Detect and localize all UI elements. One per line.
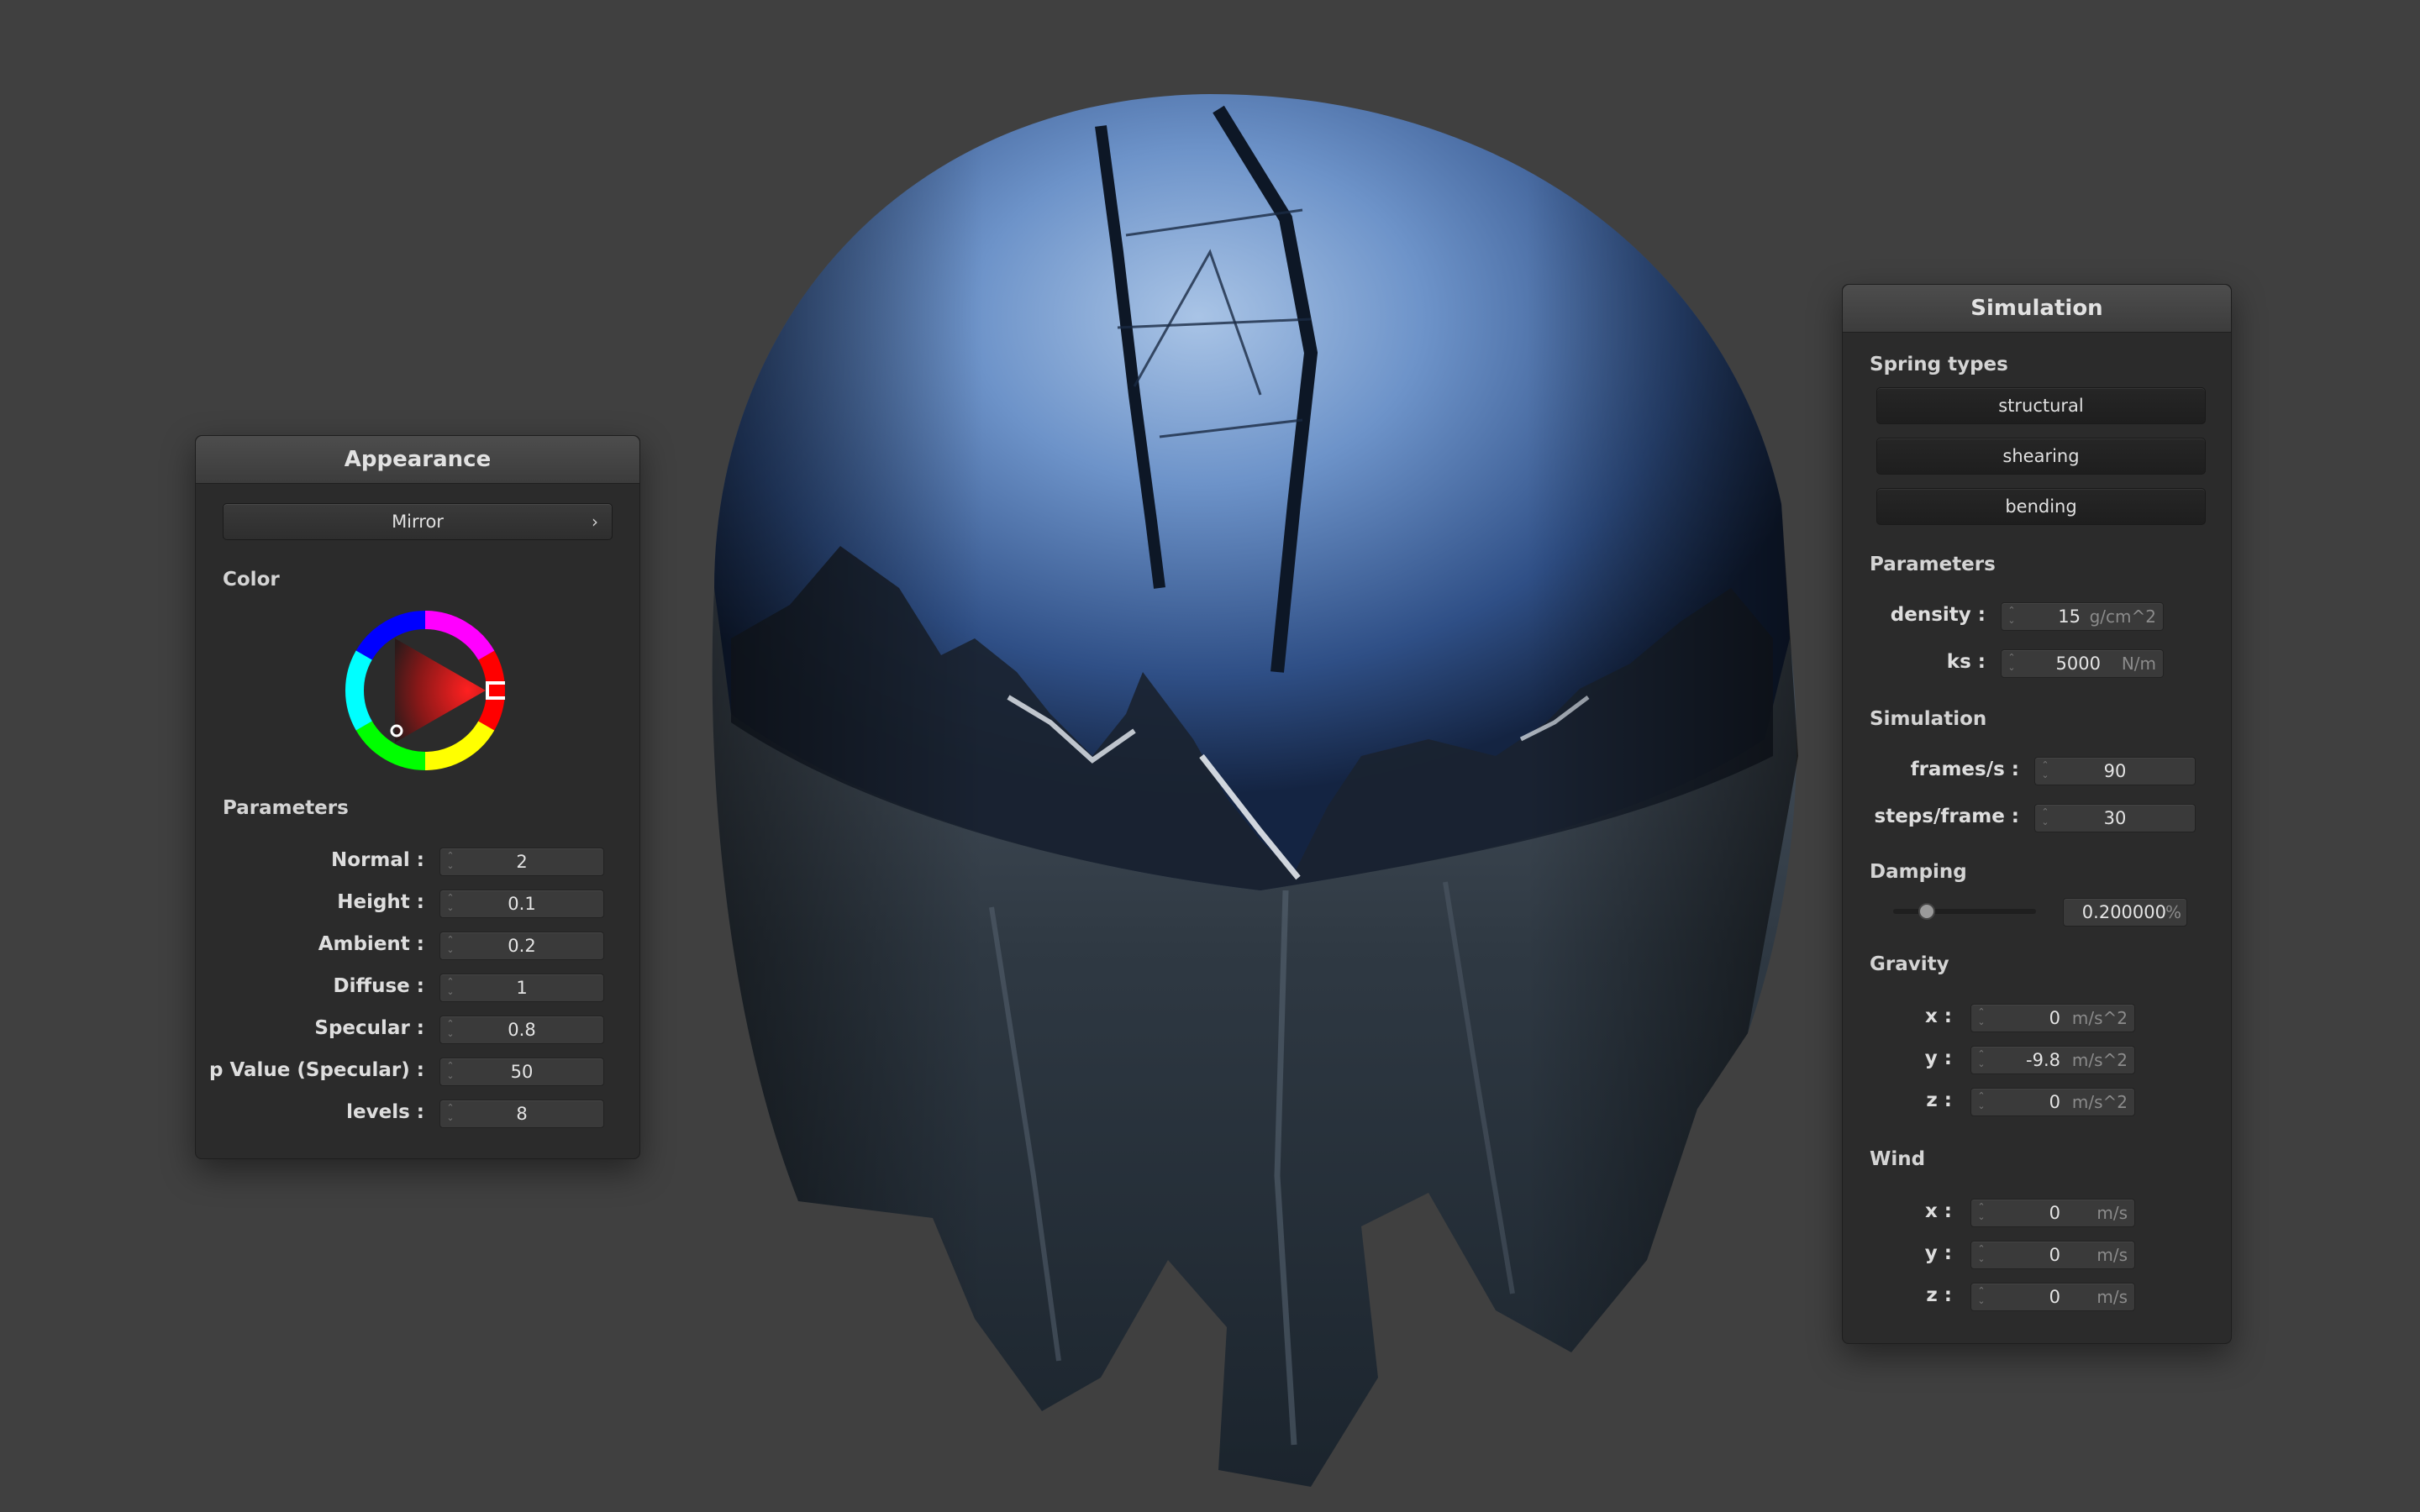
param-label: Height : [337, 891, 424, 913]
spring-bending-button[interactable]: bending [1876, 488, 2206, 525]
param-label: levels : [346, 1101, 424, 1123]
gravity-axis-label: z : [1926, 1089, 1952, 1111]
gravity-unit: m/s^2 [2071, 1092, 2128, 1112]
density-label: density : [1890, 604, 1986, 626]
param-input[interactable]: ⌃ ⌄ 0.2 [439, 932, 604, 960]
color-wheel-graphic [345, 611, 511, 770]
color-wheel[interactable] [345, 611, 511, 770]
param-value: 2 [516, 852, 528, 872]
damping-slider[interactable] [1893, 903, 2036, 920]
wind-axis-label: x : [1924, 1200, 1952, 1222]
param-value: 0.8 [508, 1020, 536, 1040]
spinner-arrows-icon[interactable]: ⌃ ⌄ [1976, 1244, 1986, 1266]
frames-label: frames/s : [1910, 759, 2019, 780]
damping-input[interactable]: 0.200000 % [2063, 898, 2187, 927]
density-value: 15 [2058, 606, 2081, 627]
material-select-button[interactable]: Mirror › [223, 503, 613, 540]
param-value: 8 [516, 1104, 528, 1124]
gravity-value: -9.8 [2026, 1050, 2060, 1070]
sim-parameters-label: Parameters [1870, 554, 1996, 575]
spinner-arrows-icon[interactable]: ⌃ ⌄ [1976, 1007, 1986, 1029]
gravity-input[interactable]: ⌃ ⌄ 0 m/s^2 [1970, 1004, 2135, 1032]
steps-value: 30 [2103, 808, 2127, 828]
gravity-input[interactable]: ⌃ ⌄ 0 m/s^2 [1970, 1088, 2135, 1116]
param-label: Specular : [314, 1017, 424, 1039]
spring-types-label: Spring types [1870, 354, 2008, 375]
gravity-value: 0 [2049, 1008, 2060, 1028]
wind-unit: m/s [2096, 1287, 2128, 1307]
gravity-label: Gravity [1870, 953, 1949, 975]
frames-value: 90 [2103, 761, 2127, 781]
simulation-panel-title: Simulation [1843, 285, 2231, 333]
damping-slider-track [1893, 909, 2036, 914]
sim-simulation-label: Simulation [1870, 708, 1987, 730]
spinner-arrows-icon[interactable]: ⌃ ⌄ [1976, 1202, 1986, 1224]
param-label: Ambient : [318, 933, 424, 955]
damping-slider-knob[interactable] [1918, 903, 1935, 920]
ks-label: ks : [1946, 651, 1986, 673]
wind-unit: m/s [2096, 1245, 2128, 1265]
spinner-arrows-icon[interactable]: ⌃ ⌄ [1976, 1286, 1986, 1308]
steps-label: steps/frame : [1874, 806, 2019, 827]
param-input[interactable]: ⌃ ⌄ 8 [439, 1100, 604, 1128]
ks-input[interactable]: ⌃ ⌄ 5000 N/m [2001, 649, 2164, 678]
wind-axis-label: z : [1926, 1284, 1952, 1306]
param-input[interactable]: ⌃ ⌄ 2 [439, 848, 604, 876]
frames-input[interactable]: ⌃ ⌄ 90 [2034, 757, 2196, 785]
wind-unit: m/s [2096, 1203, 2128, 1223]
appearance-panel: Appearance Mirror › Color Parameters Nor… [195, 435, 640, 1159]
wind-axis-label: y : [1924, 1242, 1952, 1264]
gravity-input[interactable]: ⌃ ⌄ -9.8 m/s^2 [1970, 1046, 2135, 1074]
param-input[interactable]: ⌃ ⌄ 0.8 [439, 1016, 604, 1044]
param-label: p Value (Specular) : [208, 1059, 424, 1081]
damping-label: Damping [1870, 861, 1967, 883]
spinner-arrows-icon[interactable]: ⌃ ⌄ [1976, 1049, 1986, 1071]
appearance-panel-title: Appearance [196, 436, 639, 484]
wind-input[interactable]: ⌃ ⌄ 0 m/s [1970, 1241, 2135, 1269]
wind-input[interactable]: ⌃ ⌄ 0 m/s [1970, 1199, 2135, 1227]
steps-input[interactable]: ⌃ ⌄ 30 [2034, 804, 2196, 832]
param-value: 0.1 [508, 894, 536, 914]
ks-value: 5000 [2055, 654, 2101, 674]
param-value: 1 [516, 978, 528, 998]
wind-input[interactable]: ⌃ ⌄ 0 m/s [1970, 1283, 2135, 1311]
gravity-unit: m/s^2 [2071, 1050, 2128, 1070]
param-value: 0.2 [508, 936, 536, 956]
chevron-right-icon: › [592, 512, 598, 532]
damping-value: 0.200000 [2081, 902, 2166, 922]
damping-unit: % [2165, 902, 2181, 922]
spinner-arrows-icon[interactable]: ⌃ ⌄ [2007, 606, 2017, 627]
wind-label: Wind [1870, 1148, 1926, 1170]
ks-unit: N/m [2121, 654, 2156, 674]
param-input[interactable]: ⌃ ⌄ 1 [439, 974, 604, 1002]
density-input[interactable]: ⌃ ⌄ 15 g/cm^2 [2001, 602, 2164, 631]
param-label: Normal : [331, 849, 424, 871]
simulation-panel: Simulation Spring types structural shear… [1842, 284, 2232, 1344]
material-select-label: Mirror [392, 512, 444, 532]
gravity-unit: m/s^2 [2071, 1008, 2128, 1028]
density-unit: g/cm^2 [2089, 606, 2156, 627]
spring-structural-button[interactable]: structural [1876, 387, 2206, 424]
spinner-arrows-icon[interactable]: ⌃ ⌄ [2007, 653, 2017, 675]
wind-value: 0 [2049, 1287, 2060, 1307]
gravity-axis-label: y : [1924, 1047, 1952, 1069]
param-input[interactable]: ⌃ ⌄ 50 [439, 1058, 604, 1086]
param-value: 50 [510, 1062, 534, 1082]
gravity-value: 0 [2049, 1092, 2060, 1112]
color-section-label: Color [223, 569, 280, 591]
appearance-parameters-label: Parameters [223, 797, 349, 819]
wind-value: 0 [2049, 1245, 2060, 1265]
wind-value: 0 [2049, 1203, 2060, 1223]
param-input[interactable]: ⌃ ⌄ 0.1 [439, 890, 604, 918]
gravity-axis-label: x : [1924, 1005, 1952, 1027]
param-label: Diffuse : [333, 975, 424, 997]
spring-shearing-button[interactable]: shearing [1876, 438, 2206, 475]
spinner-arrows-icon[interactable]: ⌃ ⌄ [1976, 1091, 1986, 1113]
